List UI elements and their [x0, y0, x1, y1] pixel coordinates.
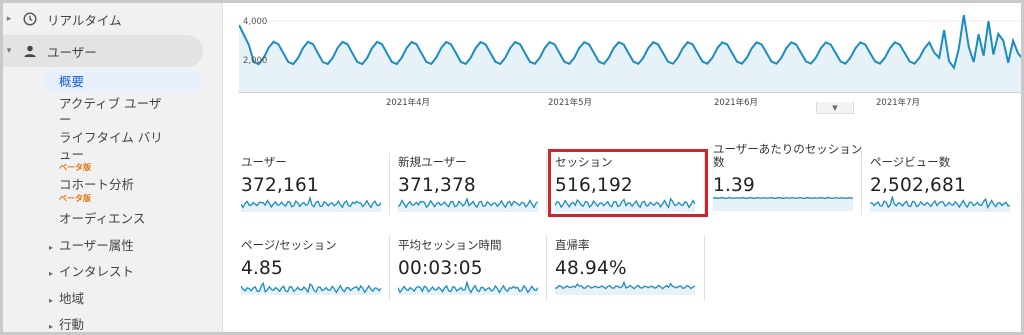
metric-label: ページ/セッション [241, 238, 337, 252]
sidebar-subitem-lifetime-value[interactable]: ライフタイム バリ [59, 129, 163, 146]
sidebar-group-geo[interactable]: ▸ 地域 [49, 290, 84, 309]
metric-value: 2,502,681 [870, 175, 966, 196]
y-tick-label: 4,000 [243, 17, 268, 27]
sidebar-item-label: リアルタイム [47, 12, 122, 28]
tile-divider [546, 235, 547, 301]
collapse-caret-icon[interactable]: ▾ [3, 46, 15, 56]
main-line-chart [238, 14, 1021, 93]
x-tick-label: 2021年7月 [876, 98, 921, 108]
metric-value: 4.85 [241, 258, 283, 279]
x-tick-label: 2021年4月 [386, 98, 431, 108]
metric-value: 1.39 [713, 175, 755, 196]
sidebar-group-label: 地域 [59, 291, 85, 306]
sparkline-line [713, 196, 853, 200]
metric-label: ユーザーあたりのセッション [713, 142, 863, 156]
metric-tile-users[interactable]: ユーザー 372,161 [241, 156, 391, 226]
expand-caret-icon: ▸ [49, 322, 54, 331]
tile-divider [704, 235, 705, 301]
sidebar-group-demographics[interactable]: ▸ ユーザー属性 [49, 237, 134, 256]
sidebar-item-realtime[interactable]: ▸ リアルタイム [3, 9, 122, 29]
metric-tile-bounce-rate[interactable]: 直帰率 48.94% [555, 239, 705, 309]
metric-label-cont: 数 [713, 155, 725, 169]
sidebar-group-interests[interactable]: ▸ インタレスト [49, 263, 134, 282]
sidebar-group-label: 行動 [59, 317, 85, 332]
expand-caret-icon: ▸ [49, 269, 54, 278]
metric-value: 371,378 [398, 175, 476, 196]
metric-label: 新規ユーザー [398, 155, 467, 169]
person-icon [21, 42, 39, 60]
chart-axis-line [239, 92, 1021, 93]
sidebar: ▸ リアルタイム ▾ ユーザー 概要 アクティブ ユーザ ー ライフタイム バリ… [3, 3, 223, 332]
expand-caret-icon: ▸ [49, 243, 54, 252]
chart-collapse-handle[interactable]: ▼ [816, 102, 854, 114]
metric-label: 平均セッション時間 [398, 238, 502, 252]
sidebar-group-label: インタレスト [59, 264, 135, 279]
sparkline [398, 280, 538, 295]
sparkline [241, 281, 381, 295]
beta-badge: ベータ版 [59, 194, 91, 203]
expand-caret-icon[interactable]: ▸ [3, 14, 15, 24]
sidebar-item-label: ユーザー [47, 44, 97, 60]
sparkline [555, 280, 695, 295]
analytics-frame: ▸ リアルタイム ▾ ユーザー 概要 アクティブ ユーザ ー ライフタイム バリ… [0, 0, 1024, 335]
chevron-down-icon: ▼ [832, 103, 838, 112]
sidebar-subitem-audiences[interactable]: オーディエンス [59, 210, 145, 227]
sidebar-group-behavior[interactable]: ▸ 行動 [49, 316, 85, 332]
sparkline [870, 196, 1010, 212]
expand-caret-icon: ▸ [49, 296, 54, 305]
x-tick-label: 2021年6月 [714, 98, 759, 108]
metric-tile-new-users[interactable]: 新規ユーザー 371,378 [398, 156, 548, 226]
tile-divider [389, 235, 390, 301]
sidebar-subitem-lifetime-value-cont[interactable]: ュー [59, 146, 84, 163]
tile-divider [389, 153, 390, 215]
x-tick-label: 2021年5月 [548, 98, 593, 108]
sidebar-subitem-active-users-cont[interactable]: ー [59, 111, 72, 128]
sparkline-fill [713, 197, 853, 211]
sidebar-subitem-overview[interactable]: 概要 [59, 73, 84, 90]
clock-icon [21, 10, 39, 28]
sessions-highlight-box [548, 149, 708, 217]
metric-tile-pageviews[interactable]: ページビュー数 2,502,681 [870, 156, 1020, 226]
sidebar-group-label: ユーザー属性 [59, 238, 134, 253]
sparkline [398, 197, 538, 212]
metric-value: 00:03:05 [398, 258, 483, 279]
sidebar-subitem-active-users[interactable]: アクティブ ユーザ [59, 95, 161, 112]
tile-divider [546, 153, 547, 215]
sparkline [713, 196, 853, 211]
metric-label: ページビュー数 [870, 155, 951, 169]
metric-tile-sessions-per-user[interactable]: ユーザーあたりのセッション 数 1.39 [713, 143, 863, 213]
sidebar-subitem-cohort[interactable]: コホート分析 [59, 176, 134, 193]
metric-tile-avg-session-duration[interactable]: 平均セッション時間 00:03:05 [398, 239, 548, 309]
metric-tile-pages-per-session[interactable]: ページ/セッション 4.85 [241, 239, 391, 309]
metric-value: 48.94% [555, 258, 627, 279]
metric-label: ユーザー [241, 155, 287, 169]
sidebar-item-users[interactable]: ▾ ユーザー [3, 41, 97, 61]
beta-badge: ベータ版 [59, 163, 91, 172]
tile-divider [861, 149, 862, 215]
metric-value: 372,161 [241, 175, 319, 196]
metric-label: 直帰率 [555, 238, 590, 252]
sparkline [241, 196, 381, 212]
y-tick-label: 2,000 [243, 56, 268, 66]
